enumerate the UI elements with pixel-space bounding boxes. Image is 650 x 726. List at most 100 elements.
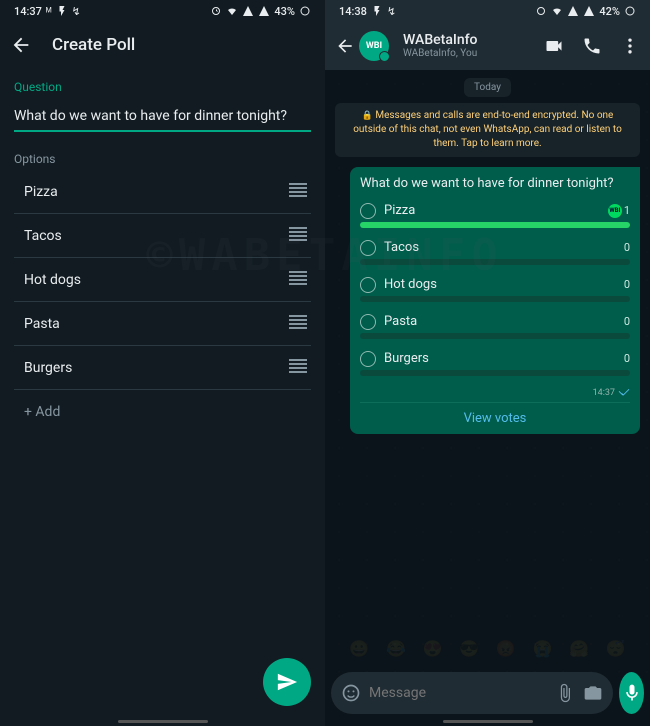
create-poll-screen: 14:37 ᴹ ↯ 43% Create Poll Question Optio… — [0, 0, 325, 726]
poll-option[interactable]: Pizza WBI 1 — [360, 203, 630, 228]
poll-option[interactable]: Tacos 0 — [360, 240, 630, 265]
lock-icon: 🔒 — [362, 111, 373, 121]
drag-handle-icon[interactable] — [285, 270, 311, 289]
battery-icon — [299, 5, 311, 17]
signal-icon — [567, 5, 579, 17]
poll-question: What do we want to have for dinner tonig… — [360, 175, 630, 193]
signal2-icon — [583, 5, 595, 17]
avatar[interactable]: WBI — [359, 31, 389, 61]
option-row — [14, 170, 311, 214]
home-indicator — [118, 720, 208, 723]
status-bar: 14:38 ↯ 42% — [325, 0, 650, 22]
status-bar: 14:37 ᴹ ↯ 43% — [0, 0, 325, 22]
gmail-icon: ᴹ — [46, 5, 52, 18]
message-input[interactable] — [369, 685, 547, 701]
emoji-strip: 😀😂😍😎😡😭🤗😴 — [325, 639, 650, 658]
radio-icon[interactable] — [360, 203, 376, 219]
poll-progress-bar — [360, 296, 630, 302]
home-indicator — [443, 720, 533, 723]
poll-option-label: Burgers — [384, 351, 616, 366]
vote-count: 0 — [624, 278, 630, 291]
page-title: Create Poll — [52, 35, 135, 55]
poll-option[interactable]: Pasta 0 — [360, 314, 630, 339]
camera-icon[interactable] — [583, 683, 603, 703]
encryption-notice[interactable]: 🔒 Messages and calls are end-to-end encr… — [335, 103, 640, 157]
notif-icon: ↯ — [72, 5, 81, 18]
chat-screen: 14:38 ↯ 42% WBI WABetaInfo WABetaInfo, Y… — [325, 0, 650, 726]
voice-call-icon[interactable] — [582, 36, 602, 56]
option-input[interactable] — [14, 360, 285, 376]
poll-progress-bar — [360, 259, 630, 265]
poll-progress-bar — [360, 370, 630, 376]
option-input[interactable] — [14, 228, 285, 244]
battery-icon — [624, 5, 636, 17]
drag-handle-icon[interactable] — [285, 314, 311, 333]
signal-icon — [242, 5, 254, 17]
back-icon[interactable] — [10, 34, 32, 56]
option-input[interactable] — [14, 316, 285, 332]
vote-count: WBI 1 — [608, 204, 630, 218]
mic-icon — [622, 683, 642, 703]
radio-icon[interactable] — [360, 314, 376, 330]
battery-pct: 43% — [274, 5, 295, 18]
add-option-button[interactable]: + Add — [0, 390, 325, 434]
attach-icon[interactable] — [555, 683, 575, 703]
notif-icon: ↯ — [387, 5, 396, 18]
date-chip: Today — [464, 78, 511, 97]
wifi-icon — [226, 5, 238, 17]
vote-count: 0 — [624, 352, 630, 365]
poll-progress-bar — [360, 333, 630, 339]
chat-header: WBI WABetaInfo WABetaInfo, You — [325, 22, 650, 70]
question-input[interactable] — [14, 102, 311, 132]
option-input[interactable] — [14, 184, 285, 200]
option-row — [14, 258, 311, 302]
mic-button[interactable] — [619, 672, 644, 714]
drag-handle-icon[interactable] — [285, 182, 311, 201]
radio-icon[interactable] — [360, 240, 376, 256]
chat-info[interactable]: WABetaInfo WABetaInfo, You — [403, 33, 536, 59]
battery-pct: 42% — [599, 5, 620, 18]
chat-area: Today 🔒 Messages and calls are end-to-en… — [325, 70, 650, 726]
view-votes-button[interactable]: View votes — [360, 402, 630, 430]
charging-icon — [371, 5, 383, 17]
send-poll-button[interactable] — [263, 658, 311, 706]
alarm-icon — [535, 5, 547, 17]
option-row — [14, 302, 311, 346]
status-time: 14:37 — [14, 5, 42, 18]
emoji-icon[interactable] — [341, 683, 361, 703]
message-input-pill — [331, 672, 613, 714]
option-input[interactable] — [14, 272, 285, 288]
poll-option-label: Pasta — [384, 314, 616, 329]
video-call-icon[interactable] — [544, 36, 564, 56]
chat-name: WABetaInfo — [403, 33, 536, 48]
charging-icon — [56, 5, 68, 17]
options-list — [0, 170, 325, 390]
message-input-bar — [331, 672, 644, 714]
message-time: 14:37 — [360, 388, 630, 398]
header: Create Poll — [0, 22, 325, 68]
status-time: 14:38 — [339, 5, 367, 18]
poll-option-label: Tacos — [384, 240, 616, 255]
poll-message[interactable]: What do we want to have for dinner tonig… — [350, 167, 640, 434]
drag-handle-icon[interactable] — [285, 226, 311, 245]
read-receipt-icon — [618, 388, 630, 398]
drag-handle-icon[interactable] — [285, 358, 311, 377]
chat-members: WABetaInfo, You — [403, 48, 536, 59]
poll-option[interactable]: Burgers 0 — [360, 351, 630, 376]
vote-count: 0 — [624, 315, 630, 328]
poll-progress-bar — [360, 222, 630, 228]
back-button[interactable] — [335, 36, 355, 56]
poll-option-label: Pizza — [384, 203, 600, 218]
alarm-icon — [210, 5, 222, 17]
more-icon[interactable] — [620, 36, 640, 56]
signal2-icon — [258, 5, 270, 17]
radio-icon[interactable] — [360, 351, 376, 367]
poll-option[interactable]: Hot dogs 0 — [360, 277, 630, 302]
vote-count: 0 — [624, 241, 630, 254]
option-row — [14, 346, 311, 390]
poll-option-label: Hot dogs — [384, 277, 616, 292]
poll-options: Pizza WBI 1 Tacos 0 Hot dogs 0 — [360, 203, 630, 376]
wifi-icon — [551, 5, 563, 17]
radio-icon[interactable] — [360, 277, 376, 293]
options-label: Options — [0, 152, 325, 166]
